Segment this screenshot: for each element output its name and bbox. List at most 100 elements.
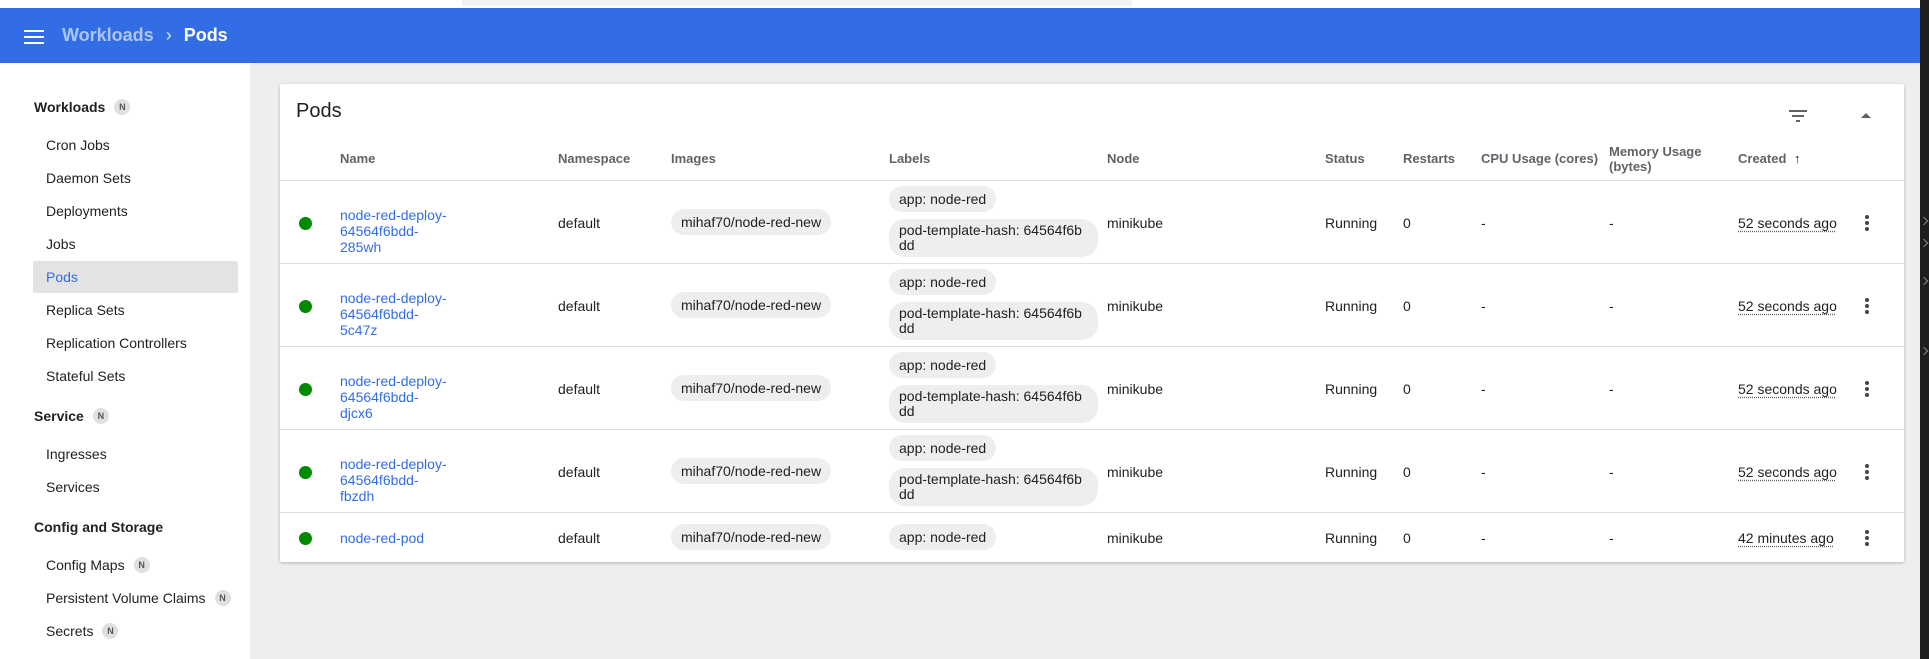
- pod-name-line: node-red-deploy-64564f6bdd-: [340, 373, 447, 405]
- label-chip: app: node-red: [889, 435, 997, 461]
- namespace-cell: default: [558, 298, 601, 314]
- sidebar-item-replica-sets[interactable]: Replica Sets: [33, 294, 238, 326]
- table-row: node-red-pod default mihaf70/node-red-ne…: [280, 513, 1904, 562]
- column-header-restarts[interactable]: Restarts: [1403, 151, 1455, 166]
- pod-name-link[interactable]: node-red-deploy-64564f6bdd- djcx6: [340, 373, 500, 421]
- pod-name-link[interactable]: node-red-deploy-64564f6bdd- 5c47z: [340, 290, 500, 338]
- node-cell: minikube: [1107, 530, 1164, 546]
- label-chip-line: pod-template-hash: 64564f6b: [899, 388, 1082, 404]
- created-cell[interactable]: 52 seconds ago: [1738, 464, 1837, 480]
- restarts-cell: 0: [1403, 381, 1411, 397]
- memory-cell: -: [1609, 298, 1614, 314]
- column-header-labels[interactable]: Labels: [889, 151, 930, 166]
- sidebar-item-stateful-sets[interactable]: Stateful Sets: [33, 360, 238, 392]
- column-header-label: Created: [1738, 151, 1787, 166]
- memory-cell: -: [1609, 381, 1614, 397]
- label-chip-line: dd: [899, 486, 915, 502]
- label-chip-line: pod-template-hash: 64564f6b: [899, 305, 1082, 321]
- image-chip: mihaf70/node-red-new: [671, 524, 832, 550]
- namespaced-badge: N: [92, 408, 109, 424]
- cpu-cell: -: [1481, 298, 1486, 314]
- column-header-memory[interactable]: Memory Usage (bytes): [1609, 144, 1727, 174]
- more-vert-icon[interactable]: [1862, 528, 1872, 548]
- created-cell[interactable]: 52 seconds ago: [1738, 381, 1837, 397]
- namespaced-badge: N: [133, 557, 150, 573]
- sidebar-item-pods[interactable]: Pods: [33, 261, 238, 293]
- expand-less-icon[interactable]: [1854, 104, 1878, 128]
- breadcrumb-workloads[interactable]: Workloads: [62, 25, 154, 46]
- pod-name-link[interactable]: node-red-deploy-64564f6bdd- 285wh: [340, 207, 500, 255]
- namespace-cell: default: [558, 215, 601, 231]
- created-cell[interactable]: 42 minutes ago: [1738, 530, 1834, 546]
- status-running-icon: [299, 532, 312, 545]
- namespaced-badge: N: [114, 99, 131, 115]
- table-row: node-red-deploy-64564f6bdd- djcx6 defaul…: [280, 347, 1904, 430]
- pod-name-line: 285wh: [340, 239, 382, 255]
- more-vert-icon[interactable]: [1862, 462, 1872, 482]
- cpu-cell: -: [1481, 381, 1486, 397]
- menu-icon[interactable]: [24, 30, 44, 44]
- column-header-name[interactable]: Name: [340, 151, 375, 166]
- status-running-icon: [299, 466, 312, 479]
- status-running-icon: [299, 217, 312, 230]
- pod-name-line: node-red-deploy-64564f6bdd-: [340, 290, 447, 322]
- filter-list-icon[interactable]: [1786, 104, 1810, 128]
- column-header-created[interactable]: Created ↑: [1738, 151, 1801, 166]
- cpu-cell: -: [1481, 464, 1486, 480]
- namespace-cell: default: [558, 381, 601, 397]
- label-chip: app: node-red: [889, 524, 997, 550]
- sidebar-section-config-storage[interactable]: Config and Storage: [34, 519, 163, 535]
- status-cell: Running: [1325, 298, 1378, 314]
- pods-card: Pods Name Namespace Images Labels Node S…: [280, 84, 1904, 562]
- memory-cell: -: [1609, 530, 1614, 546]
- pod-name-link[interactable]: node-red-pod: [340, 530, 500, 546]
- sidebar: Workloads N Cron Jobs Daemon Sets Deploy…: [0, 63, 250, 659]
- pod-name-line: node-red-deploy-64564f6bdd-: [340, 207, 447, 239]
- chevron-icon: [1919, 238, 1929, 248]
- label-chip: pod-template-hash: 64564f6b dd: [889, 385, 1098, 423]
- sidebar-item-secrets[interactable]: Secrets N: [33, 615, 238, 647]
- chevron-icon: [1919, 216, 1929, 226]
- sidebar-item-jobs[interactable]: Jobs: [33, 228, 238, 260]
- column-header-node[interactable]: Node: [1107, 151, 1140, 166]
- more-vert-icon[interactable]: [1862, 379, 1872, 399]
- sidebar-item-replication-controllers[interactable]: Replication Controllers: [33, 327, 238, 359]
- node-cell: minikube: [1107, 298, 1164, 314]
- sidebar-section-service[interactable]: Service N: [34, 408, 109, 424]
- pod-name-link[interactable]: node-red-deploy-64564f6bdd- fbzdh: [340, 456, 500, 504]
- app-bar: Workloads › Pods: [0, 8, 1920, 63]
- image-chip: mihaf70/node-red-new: [671, 209, 832, 235]
- sidebar-item-config-maps[interactable]: Config Maps N: [33, 549, 238, 581]
- more-vert-icon[interactable]: [1862, 296, 1872, 316]
- breadcrumb: Workloads › Pods: [62, 8, 228, 63]
- sidebar-item-services[interactable]: Services: [33, 471, 238, 503]
- sidebar-section-workloads[interactable]: Workloads N: [34, 99, 131, 115]
- image-chip: mihaf70/node-red-new: [671, 375, 832, 401]
- status-running-icon: [299, 383, 312, 396]
- created-cell[interactable]: 52 seconds ago: [1738, 215, 1837, 231]
- label-chip-line: pod-template-hash: 64564f6b: [899, 222, 1082, 238]
- breadcrumb-current: Pods: [183, 25, 228, 45]
- chevron-icon: [1919, 276, 1929, 286]
- column-header-cpu[interactable]: CPU Usage (cores): [1481, 151, 1598, 166]
- column-header-images[interactable]: Images: [671, 151, 716, 166]
- page: Workloads › Pods Workloads N Cron Jobs D…: [0, 0, 1920, 659]
- sidebar-item-label: Persistent Volume Claims: [46, 590, 206, 606]
- sidebar-item-ingresses[interactable]: Ingresses: [33, 438, 238, 470]
- sidebar-item-deployments[interactable]: Deployments: [33, 195, 238, 227]
- sidebar-item-daemon-sets[interactable]: Daemon Sets: [33, 162, 238, 194]
- chevron-icon: [1919, 346, 1929, 356]
- label-chip: pod-template-hash: 64564f6b dd: [889, 219, 1098, 257]
- created-cell[interactable]: 52 seconds ago: [1738, 298, 1837, 314]
- node-cell: minikube: [1107, 215, 1164, 231]
- column-header-namespace[interactable]: Namespace: [558, 151, 630, 166]
- restarts-cell: 0: [1403, 298, 1411, 314]
- table-row: node-red-deploy-64564f6bdd- fbzdh defaul…: [280, 430, 1904, 513]
- more-vert-icon[interactable]: [1862, 213, 1872, 233]
- sidebar-item-persistent-volume-claims[interactable]: Persistent Volume Claims N: [33, 582, 238, 614]
- namespace-cell: default: [558, 530, 601, 546]
- sidebar-section-label: Workloads: [34, 99, 106, 115]
- sidebar-item-cron-jobs[interactable]: Cron Jobs: [33, 129, 238, 161]
- label-chip-line: pod-template-hash: 64564f6b: [899, 471, 1082, 487]
- column-header-status[interactable]: Status: [1325, 151, 1365, 166]
